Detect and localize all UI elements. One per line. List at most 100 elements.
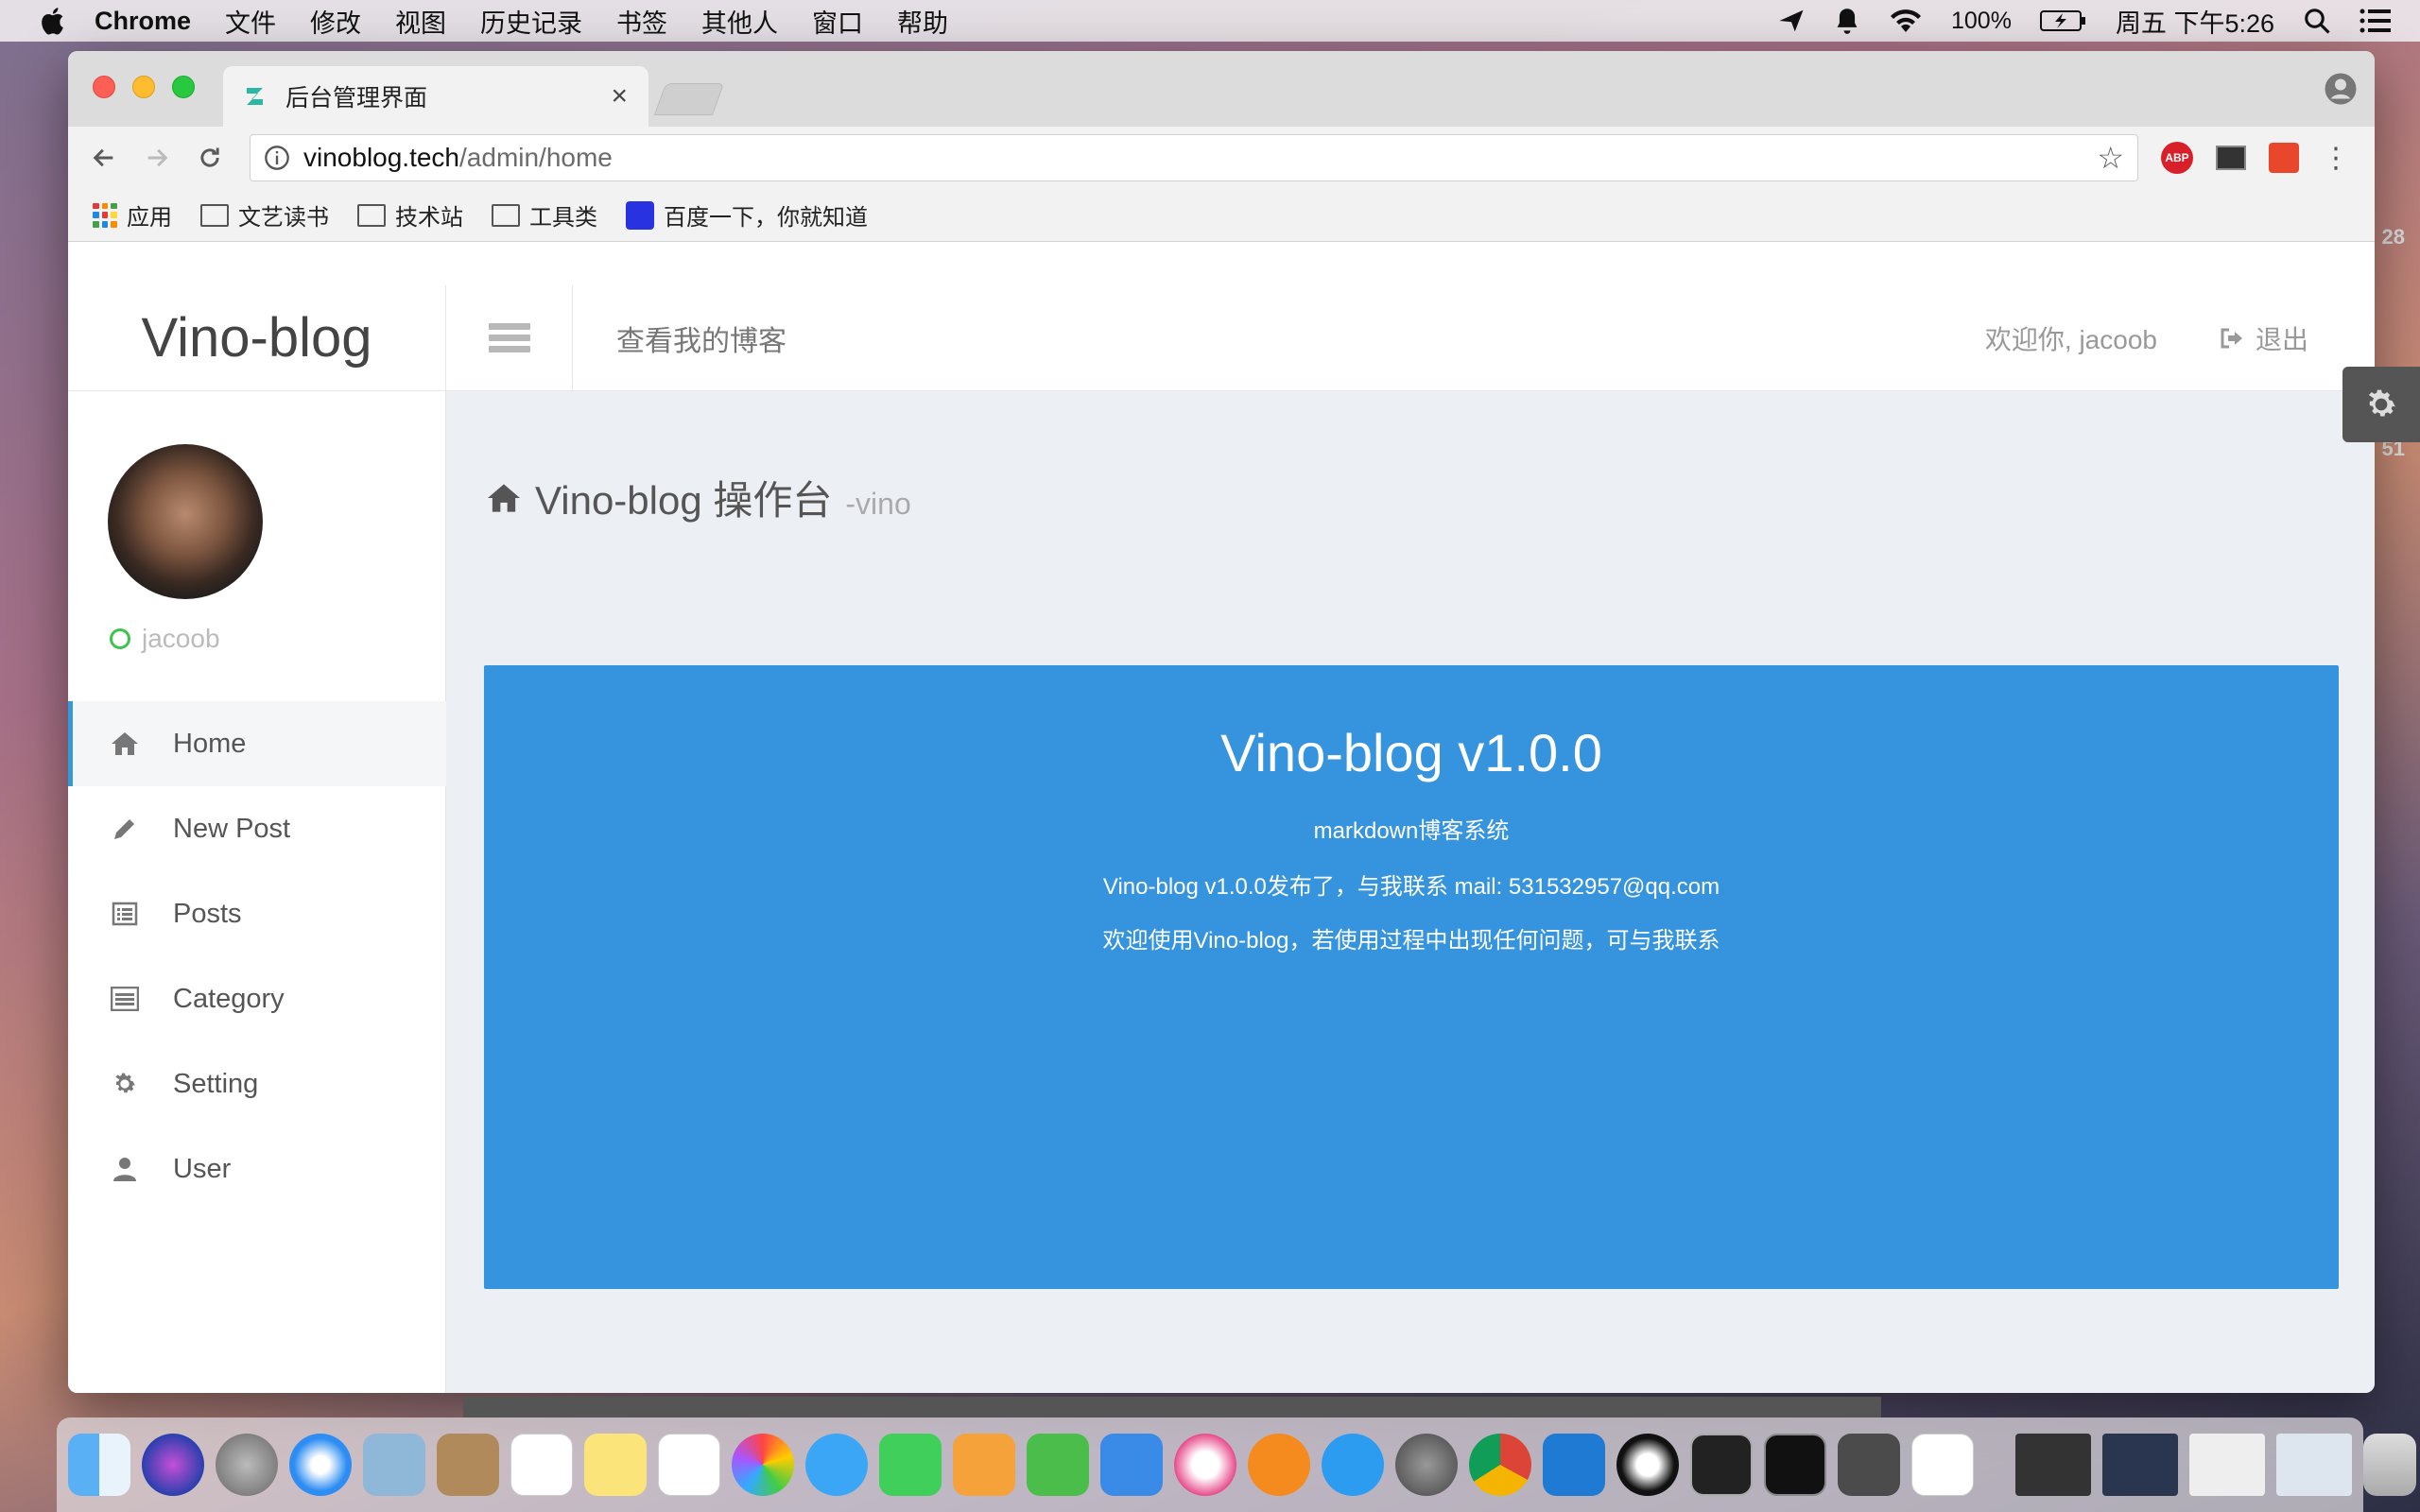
gear-icon — [111, 1070, 139, 1098]
sublime-text-icon[interactable] — [1838, 1434, 1900, 1496]
mail-icon[interactable] — [363, 1434, 425, 1496]
browser-tab-active[interactable]: 后台管理界面 × — [223, 66, 648, 127]
launchpad-icon[interactable] — [216, 1434, 278, 1496]
bookmark-star-icon[interactable]: ☆ — [2097, 140, 2124, 176]
view-blog-link[interactable]: 查看我的博客 — [616, 318, 786, 359]
list-alt-icon — [111, 900, 139, 928]
site-info-icon[interactable] — [264, 145, 290, 171]
contacts-icon[interactable] — [437, 1434, 499, 1496]
sidebar-item-new-post[interactable]: New Post — [68, 786, 446, 871]
bookmark-baidu[interactable]: 百度一下，你就知道 — [626, 198, 868, 232]
sidebar-item-label: New Post — [173, 813, 291, 844]
bookmark-folder-tools[interactable]: 工具类 — [492, 198, 597, 232]
calendar-icon[interactable] — [510, 1434, 573, 1496]
arrow-left-icon — [93, 148, 113, 167]
ibooks-icon[interactable] — [1248, 1434, 1310, 1496]
battery-icon[interactable] — [2039, 9, 2087, 32]
banner-heading: Vino-blog v1.0.0 — [1220, 723, 1602, 782]
logout-link[interactable]: 退出 — [2220, 319, 2308, 357]
menu-view[interactable]: 视图 — [395, 3, 446, 40]
qq-bell-icon[interactable] — [1834, 7, 1860, 35]
sidebar-item-category[interactable]: Category — [68, 956, 446, 1041]
notes-icon[interactable] — [584, 1434, 647, 1496]
menu-window[interactable]: 窗口 — [812, 3, 863, 40]
chrome-icon[interactable] — [1469, 1434, 1531, 1496]
facetime-icon[interactable] — [879, 1434, 942, 1496]
typora-icon[interactable] — [1911, 1434, 1974, 1496]
numbers-icon[interactable] — [1027, 1434, 1089, 1496]
qq-icon[interactable] — [1616, 1434, 1679, 1496]
sidebar-item-label: Posts — [173, 898, 242, 929]
minimized-window-icon[interactable] — [2189, 1434, 2265, 1496]
reload-button[interactable] — [191, 139, 229, 177]
minimized-window-icon[interactable] — [2276, 1434, 2352, 1496]
keynote-icon[interactable] — [1100, 1434, 1163, 1496]
list-toggle-icon — [488, 318, 530, 357]
itunes-icon[interactable] — [1174, 1434, 1236, 1496]
close-window-button[interactable] — [93, 76, 115, 98]
sidebar-username: jacoob — [142, 624, 220, 653]
system-preferences-icon[interactable] — [1395, 1434, 1458, 1496]
profile-avatar-icon[interactable] — [2324, 72, 2358, 106]
sidebar-item-user[interactable]: User — [68, 1126, 446, 1211]
menu-history[interactable]: 历史记录 — [480, 3, 582, 40]
window-controls — [93, 76, 195, 98]
spotlight-search-icon[interactable] — [2303, 7, 2331, 35]
sidebar-item-label: User — [173, 1153, 232, 1184]
macos-menubar: Chrome 文件 修改 视图 历史记录 书签 其他人 窗口 帮助 100% 周… — [0, 0, 2420, 42]
minimized-window-icon[interactable] — [2015, 1434, 2091, 1496]
welcome-banner: Vino-blog v1.0.0 markdown博客系统 Vino-blog … — [484, 665, 2339, 1289]
iterm-icon[interactable] — [1690, 1434, 1753, 1496]
menu-bookmarks[interactable]: 书签 — [616, 3, 667, 40]
sidebar-item-home[interactable]: Home — [68, 701, 446, 786]
notification-center-icon[interactable] — [2360, 8, 2392, 34]
home-icon — [111, 730, 139, 758]
sidebar-item-label: Home — [173, 728, 247, 759]
menu-edit[interactable]: 修改 — [310, 3, 361, 40]
finder-icon[interactable] — [68, 1434, 130, 1496]
menu-help[interactable]: 帮助 — [897, 3, 948, 40]
trash-icon[interactable] — [2363, 1434, 2416, 1496]
new-tab-button[interactable] — [653, 83, 725, 115]
vscode-icon[interactable] — [1543, 1434, 1605, 1496]
messages-icon[interactable] — [805, 1434, 868, 1496]
reminders-icon[interactable] — [658, 1434, 720, 1496]
menu-file[interactable]: 文件 — [225, 3, 276, 40]
safari-icon[interactable] — [289, 1434, 352, 1496]
page-title: Vino-blog 操作台 -vino — [486, 469, 911, 526]
logout-label: 退出 — [2255, 324, 2308, 354]
terminal-extension-icon[interactable] — [2216, 146, 2246, 170]
menu-app-name[interactable]: Chrome — [95, 7, 191, 36]
sidebar-item-posts[interactable]: Posts — [68, 871, 446, 956]
pages-icon[interactable] — [953, 1434, 1015, 1496]
photos-icon[interactable] — [732, 1434, 794, 1496]
brand-logo[interactable]: Vino-blog — [68, 284, 446, 391]
forward-button[interactable] — [138, 139, 176, 177]
minimize-window-button[interactable] — [132, 76, 155, 98]
reload-icon — [200, 147, 219, 167]
chart-extension-icon[interactable] — [2269, 143, 2299, 173]
bookmark-apps[interactable]: 应用 — [93, 198, 172, 232]
terminal-icon[interactable] — [1764, 1434, 1826, 1496]
siri-icon[interactable] — [142, 1434, 204, 1496]
bookmark-folder-tech[interactable]: 技术站 — [357, 198, 463, 232]
adblock-plus-icon[interactable]: ABP — [2161, 142, 2193, 174]
url-host: vinoblog.tech — [303, 143, 460, 172]
bookmark-folder-reading[interactable]: 文艺读书 — [200, 198, 329, 232]
wifi-icon[interactable] — [1889, 8, 1923, 34]
apple-logo-icon[interactable] — [38, 5, 70, 37]
sidebar-item-setting[interactable]: Setting — [68, 1041, 446, 1126]
back-button[interactable] — [85, 139, 123, 177]
close-tab-button[interactable]: × — [611, 80, 628, 112]
minimized-window-icon[interactable] — [2102, 1434, 2178, 1496]
menu-people[interactable]: 其他人 — [701, 3, 778, 40]
app-store-icon[interactable] — [1322, 1434, 1384, 1496]
chrome-menu-icon[interactable]: ⋮ — [2322, 142, 2350, 175]
menubar-clock[interactable]: 周五 下午5:26 — [2116, 3, 2274, 40]
address-bar[interactable]: vinoblog.tech/admin/home ☆ — [250, 134, 2138, 181]
sidebar-toggle-button[interactable] — [446, 284, 573, 391]
floating-settings-button[interactable] — [2342, 367, 2420, 442]
send-icon[interactable] — [1777, 7, 1806, 35]
maximize-window-button[interactable] — [172, 76, 195, 98]
banner-tagline: markdown博客系统 — [1313, 818, 1510, 844]
